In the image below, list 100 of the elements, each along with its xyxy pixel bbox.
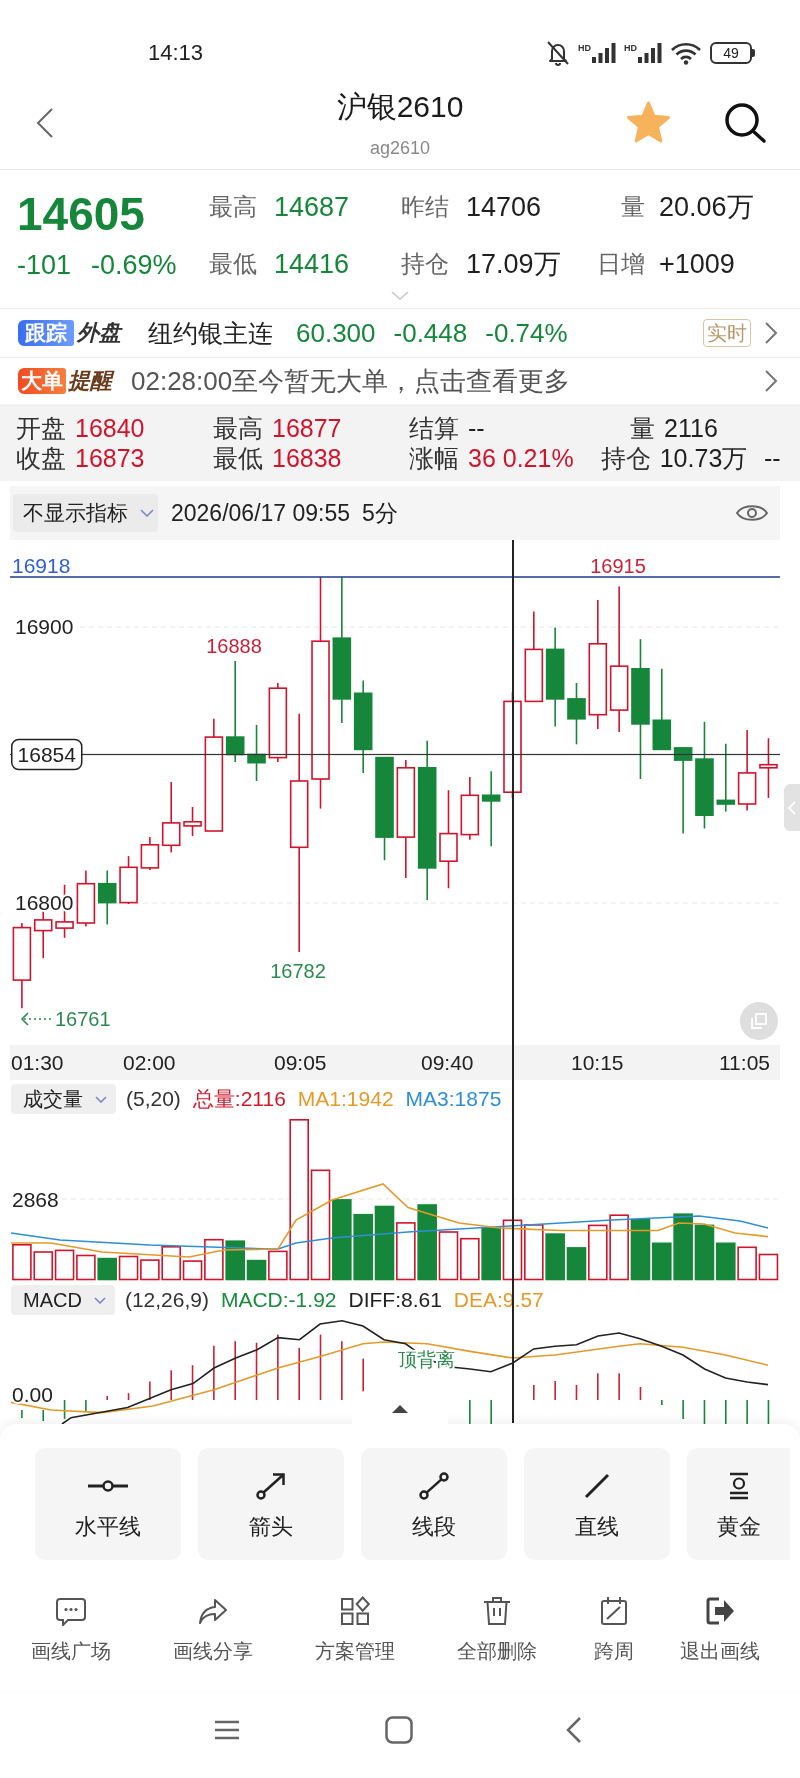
bar-info-label: 开盘 <box>16 413 66 443</box>
status-time: 14:13 <box>148 40 204 66</box>
back-icon[interactable] <box>566 1716 582 1744</box>
macd-bar <box>42 1410 45 1421</box>
quote-stat-label: 量 <box>621 192 645 222</box>
drawing-tool-button[interactable]: 直线 <box>524 1448 670 1560</box>
big-order-message[interactable]: 02:28:00至今暂无大单，点击查看更多 <box>131 366 571 396</box>
bar-info-value: 16838 <box>272 443 342 473</box>
time-axis-label: 02:00 <box>123 1051 176 1074</box>
overseas-contract-name[interactable]: 纽约银主连 <box>148 318 273 348</box>
quote-stat-value: 20.06万 <box>659 191 754 223</box>
bar-info-value: -- <box>764 443 781 473</box>
low-price-label: 16761 <box>55 1008 111 1030</box>
drawing-tool-button[interactable]: 箭头 <box>198 1448 344 1560</box>
network-type-label: HD <box>624 43 637 53</box>
bar-info-label: 最低 <box>213 443 263 473</box>
quote-stat-value: 14706 <box>466 191 542 223</box>
bar-info-label: 持仓 <box>600 443 651 473</box>
time-axis-label: 10:15 <box>571 1051 624 1074</box>
chevron-down-icon <box>95 1095 107 1103</box>
big-order-tag: 大单 <box>18 368 66 394</box>
dotted-arrow-icon <box>20 1012 53 1026</box>
high-price-label: 16915 <box>590 555 646 577</box>
back-icon[interactable] <box>36 107 54 139</box>
rising-candle <box>460 776 480 841</box>
volume-bar <box>353 1213 373 1281</box>
quote-stat-value: 14687 <box>274 191 350 223</box>
rising-candle <box>119 855 138 905</box>
overseas-market-text: 外盘 <box>77 320 121 346</box>
trash-icon <box>482 1596 512 1626</box>
eye-icon[interactable] <box>736 503 768 523</box>
volume-bar <box>54 1249 75 1281</box>
last-price: 14605 <box>17 187 145 241</box>
chevron-left-icon <box>788 800 796 815</box>
time-axis-label: 11:05 <box>719 1051 770 1074</box>
chevron-right-icon[interactable] <box>764 321 778 345</box>
drawing-tool-button[interactable]: 黄金 <box>687 1448 790 1560</box>
indicator-value: MA1:1942 <box>297 1086 394 1112</box>
calendar-icon <box>599 1596 629 1626</box>
drawing-tool-button[interactable]: 水平线 <box>35 1448 181 1560</box>
indicator-value: DIFF:8.61 <box>348 1287 442 1313</box>
rising-candle <box>183 806 202 837</box>
macd-bar <box>63 1400 66 1419</box>
volume-bar <box>609 1214 629 1281</box>
rising-candle <box>759 737 778 799</box>
quote-stat-value: +1009 <box>659 248 735 280</box>
bar-info-label: 最高 <box>213 413 263 443</box>
horizontal-line-icon <box>87 1480 129 1492</box>
share-icon <box>198 1596 228 1626</box>
indicator-value: MA3:1875 <box>405 1086 502 1112</box>
volume-bar <box>33 1251 54 1281</box>
falling-candle <box>716 743 736 813</box>
exit-icon <box>705 1596 735 1626</box>
indicator-dropdown[interactable]: 不显示指标 <box>13 494 158 532</box>
macd-bar <box>575 1385 578 1400</box>
expand-icon <box>751 1013 767 1029</box>
chevron-right-icon[interactable] <box>764 369 778 393</box>
battery-level-text: 49 <box>723 45 739 61</box>
indicator-dropdown[interactable]: MACD <box>11 1285 115 1315</box>
chevron-down-icon <box>140 509 154 517</box>
volume-bar <box>396 1222 416 1281</box>
macd-bar <box>767 1400 770 1424</box>
search-icon[interactable] <box>723 101 767 143</box>
macd-bar <box>127 1393 130 1400</box>
line-segment-icon <box>419 1472 449 1500</box>
indicator-dropdown[interactable]: 成交量 <box>11 1084 116 1114</box>
quote-stat-label: 最高 <box>209 192 257 222</box>
overseas-change-percent: -0.74% <box>485 318 568 348</box>
volume-bar <box>460 1237 480 1281</box>
volume-bar <box>97 1257 117 1281</box>
cursor-price-label: 16854 <box>11 738 83 771</box>
macd-bar <box>255 1342 258 1400</box>
bar-info-label: 结算 <box>409 413 459 443</box>
bar-info-label: 收盘 <box>16 443 66 473</box>
price-change-percent: -0.69% <box>91 249 177 282</box>
bar-info-value: 16877 <box>272 413 342 443</box>
signal-icon <box>592 43 616 63</box>
low-price-label: 16782 <box>270 960 326 982</box>
arrow-icon <box>256 1472 286 1500</box>
macd-bar <box>191 1365 194 1400</box>
grid-icon <box>340 1596 370 1626</box>
volume-bar <box>76 1254 96 1281</box>
drawing-tool-button[interactable]: 线段 <box>361 1448 507 1560</box>
indicator-params: (5,20) <box>126 1086 181 1112</box>
signal-icon <box>638 43 662 63</box>
rising-candle <box>76 869 96 928</box>
quote-stat-label: 最低 <box>209 249 257 279</box>
quote-stat-label: 日增 <box>597 249 645 279</box>
quote-stat-label: 昨结 <box>401 192 449 222</box>
menu-icon[interactable] <box>215 1720 239 1740</box>
volume-bar <box>524 1224 544 1281</box>
chevron-down-icon <box>93 1296 106 1304</box>
star-icon[interactable] <box>626 101 671 144</box>
diagonal-line-icon <box>584 1473 610 1499</box>
home-icon[interactable] <box>385 1716 413 1744</box>
time-axis-label: 09:05 <box>274 1051 327 1074</box>
bar-datetime: 2026/06/17 09:55 <box>171 499 351 527</box>
overseas-price: 60.300 <box>296 318 376 348</box>
quote-stat-label: 持仓 <box>401 249 449 279</box>
falling-candle <box>567 682 586 746</box>
